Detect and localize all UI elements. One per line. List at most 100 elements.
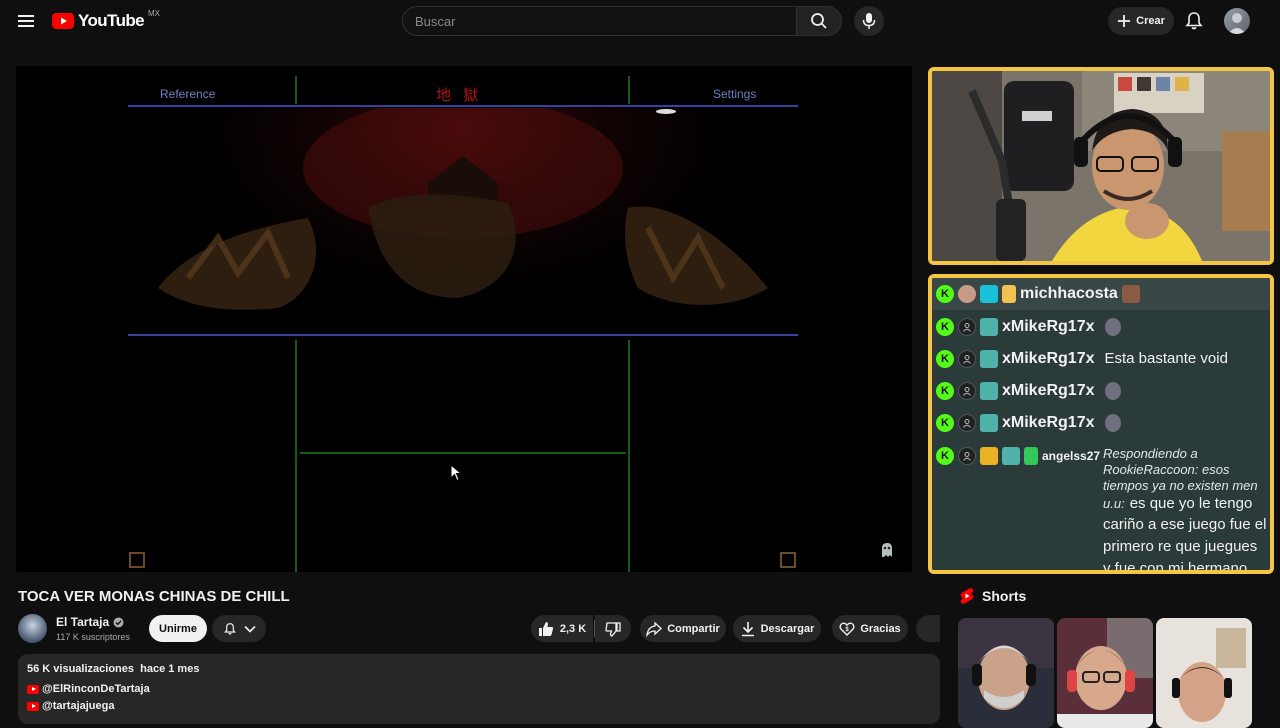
channel-link[interactable]: @ElRinconDeTartaja bbox=[27, 683, 150, 695]
channel-avatar[interactable] bbox=[18, 614, 47, 643]
reply-context: RookieRaccoon: esos bbox=[1103, 462, 1230, 477]
short-thumbnail[interactable] bbox=[958, 618, 1054, 728]
corner-box bbox=[780, 552, 796, 568]
chat-text: Esta bastante void bbox=[1104, 350, 1228, 367]
divider-line bbox=[628, 76, 630, 104]
like-count: 2,3 K bbox=[559, 622, 587, 635]
view-count: 56 K visualizaciones bbox=[27, 663, 134, 675]
channel-link[interactable]: @tartajajuega bbox=[27, 700, 114, 712]
subscriber-badge-icon bbox=[980, 382, 998, 400]
emote-icon bbox=[1121, 285, 1140, 303]
emote-icon bbox=[1104, 382, 1121, 400]
chat-message: K xMikeRg17x bbox=[936, 411, 1121, 435]
shorts-icon bbox=[960, 588, 974, 604]
verified-icon bbox=[113, 617, 124, 627]
svg-text:$: $ bbox=[846, 627, 850, 633]
badge-icon bbox=[980, 285, 998, 303]
chat-text: es que yo le tengo bbox=[1129, 495, 1253, 512]
chat-username[interactable]: michhacosta bbox=[1020, 282, 1118, 306]
user-avatar[interactable] bbox=[1224, 8, 1250, 34]
kick-badge-icon: K bbox=[936, 350, 954, 368]
chat-message: K xMikeRg17x bbox=[936, 315, 1125, 339]
channel-name-text: El Tartaja bbox=[56, 615, 110, 629]
search-input[interactable] bbox=[403, 7, 796, 35]
share-button[interactable]: Compartir bbox=[640, 615, 726, 642]
create-button[interactable]: Crear bbox=[1108, 7, 1174, 35]
channel-link-text: @ElRinconDeTartaja bbox=[42, 683, 150, 695]
download-icon bbox=[741, 621, 754, 636]
chat-username[interactable]: angelss27 bbox=[1042, 444, 1100, 468]
chat-message: K xMikeRg17x Esta bastante void bbox=[936, 347, 1228, 371]
chat-message: K michhacosta bbox=[936, 282, 1140, 306]
chat-username[interactable]: xMikeRg17x bbox=[1002, 315, 1095, 339]
reply-context: u.u: bbox=[1103, 496, 1125, 511]
youtube-play-icon bbox=[52, 13, 74, 29]
emote-icon bbox=[1104, 318, 1121, 336]
channel-name[interactable]: El Tartaja bbox=[56, 615, 124, 629]
chat-text: primero re que juegues bbox=[1103, 538, 1258, 555]
thanks-button[interactable]: $ Gracias bbox=[832, 615, 908, 642]
shorts-title: Shorts bbox=[982, 588, 1027, 604]
chat-username[interactable]: xMikeRg17x bbox=[1002, 379, 1095, 403]
region-code: MX bbox=[148, 8, 160, 18]
video-meta: 56 K visualizaciones hace 1 mes bbox=[27, 663, 199, 675]
kick-badge-icon: K bbox=[936, 447, 954, 465]
description-box[interactable]: 56 K visualizaciones hace 1 mes @ElRinco… bbox=[18, 654, 940, 724]
gift-icon bbox=[1002, 285, 1016, 303]
kick-badge-icon: K bbox=[936, 285, 954, 303]
crown-icon bbox=[980, 447, 998, 465]
reply-context: Respondiendo a bbox=[1103, 446, 1198, 461]
more-actions-button[interactable] bbox=[916, 615, 940, 642]
kick-badge-icon: K bbox=[936, 318, 954, 336]
user-avatar-icon bbox=[958, 285, 976, 303]
search-button[interactable] bbox=[796, 6, 842, 36]
user-icon bbox=[958, 382, 976, 400]
chat-username[interactable]: xMikeRg17x bbox=[1002, 347, 1095, 371]
kick-badge-icon: K bbox=[936, 382, 954, 400]
share-label: Compartir bbox=[667, 622, 720, 635]
menu-icon[interactable] bbox=[14, 9, 38, 33]
thanks-label: Gracias bbox=[860, 622, 901, 635]
webcam-overlay bbox=[928, 67, 1274, 265]
user-icon bbox=[958, 318, 976, 336]
ghost-icon bbox=[880, 542, 894, 558]
dislike-button[interactable] bbox=[595, 615, 631, 642]
divider-line bbox=[295, 340, 297, 572]
user-icon bbox=[958, 414, 976, 432]
chat-overlay: K michhacosta K xMikeRg17x K xMikeRg17x … bbox=[928, 274, 1274, 574]
download-button[interactable]: Descargar bbox=[733, 615, 821, 642]
download-label: Descargar bbox=[760, 622, 815, 635]
chat-text: cariño a ese juego fue el bbox=[1103, 516, 1267, 533]
notifications-button[interactable] bbox=[1182, 9, 1206, 33]
thumbs-up-icon bbox=[538, 621, 553, 636]
video-player[interactable]: Reference 地 獄 Settings bbox=[16, 66, 912, 572]
game-title-label: 地 獄 bbox=[436, 87, 483, 104]
short-thumbnail[interactable] bbox=[1057, 618, 1153, 728]
kick-badge-icon: K bbox=[936, 414, 954, 432]
notification-settings-button[interactable] bbox=[212, 615, 266, 642]
youtube-icon bbox=[27, 684, 39, 694]
top-bar: YouTube MX Crear bbox=[0, 0, 1280, 42]
youtube-logo[interactable]: YouTube MX bbox=[52, 8, 160, 31]
thumbs-down-icon bbox=[605, 621, 621, 637]
join-button[interactable]: Unirme bbox=[149, 615, 207, 642]
voice-search-button[interactable] bbox=[854, 6, 884, 36]
game-reference-label: Reference bbox=[160, 87, 216, 101]
search-box bbox=[402, 6, 796, 36]
game-settings-label: Settings bbox=[713, 87, 757, 101]
reply-block: Respondiendo a RookieRaccoon: esos tiemp… bbox=[1103, 446, 1270, 570]
divider-line bbox=[128, 105, 798, 107]
subscriber-badge-icon bbox=[980, 318, 998, 336]
short-thumbnail[interactable] bbox=[1156, 618, 1252, 728]
upload-date: hace 1 mes bbox=[140, 663, 200, 675]
subscriber-badge-icon bbox=[980, 414, 998, 432]
chat-username[interactable]: xMikeRg17x bbox=[1002, 411, 1095, 435]
chat-message: K xMikeRg17x bbox=[936, 379, 1121, 403]
like-button[interactable]: 2,3 K bbox=[531, 615, 593, 642]
chat-reply-message: K angelss27 bbox=[936, 444, 1100, 468]
shorts-header: Shorts bbox=[960, 588, 1026, 604]
reply-context: tiempos ya no existen men bbox=[1103, 478, 1258, 493]
subscriber-badge-icon bbox=[1002, 447, 1020, 465]
divider-line bbox=[300, 452, 626, 454]
user-icon bbox=[958, 447, 976, 465]
